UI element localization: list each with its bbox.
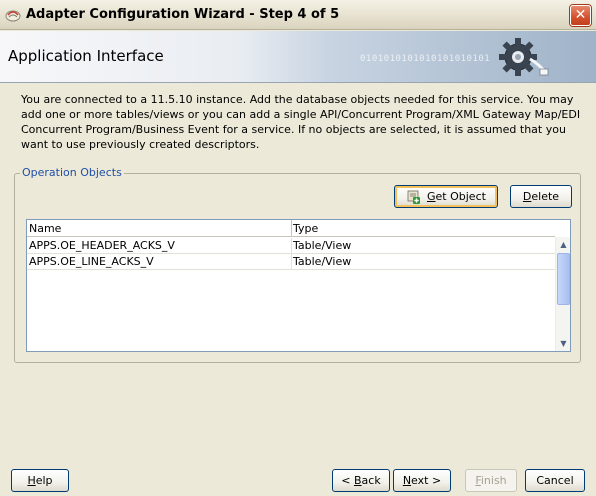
cell-divider xyxy=(291,254,292,270)
scroll-thumb[interactable] xyxy=(557,253,570,305)
help-button[interactable]: Help xyxy=(11,469,69,492)
scroll-up-icon[interactable]: ▲ xyxy=(556,237,570,252)
finish-button[interactable]: Finish xyxy=(465,469,517,492)
table-row[interactable]: APPS.OE_HEADER_ACKS_V Table/View xyxy=(27,238,555,254)
close-icon[interactable]: ✕ xyxy=(570,5,591,26)
scroll-down-icon[interactable]: ▼ xyxy=(556,336,570,351)
delete-button[interactable]: Delete xyxy=(510,185,572,208)
cell-type: Table/View xyxy=(293,239,352,252)
table-row[interactable]: APPS.OE_LINE_ACKS_V Table/View xyxy=(27,254,555,270)
column-divider[interactable] xyxy=(291,220,292,237)
cancel-button[interactable]: Cancel xyxy=(525,469,585,492)
get-object-label: Get Object xyxy=(427,190,486,203)
window-title: Adapter Configuration Wizard - Step 4 of… xyxy=(26,7,340,22)
vertical-scrollbar[interactable]: ▲ ▼ xyxy=(555,237,570,351)
group-legend: Operation Objects xyxy=(20,166,124,179)
oracle-jdeveloper-icon xyxy=(5,10,21,22)
cell-divider xyxy=(291,238,292,254)
cell-name: APPS.OE_HEADER_ACKS_V xyxy=(29,239,175,252)
cell-name: APPS.OE_LINE_ACKS_V xyxy=(29,255,154,268)
add-object-icon xyxy=(407,190,420,204)
table-header: Name Type xyxy=(27,220,555,237)
instructions-text: You are connected to a 11.5.10 instance.… xyxy=(21,93,581,151)
page-title: Application Interface xyxy=(8,47,164,65)
column-header-type[interactable]: Type xyxy=(293,222,318,235)
binary-decoration: 0101010101010101010101 xyxy=(360,54,491,64)
operation-objects-table[interactable]: Name Type APPS.OE_HEADER_ACKS_V Table/Vi… xyxy=(26,219,571,352)
cell-type: Table/View xyxy=(293,255,352,268)
column-header-name[interactable]: Name xyxy=(29,222,61,235)
title-bar: Adapter Configuration Wizard - Step 4 of… xyxy=(0,0,596,30)
get-object-button[interactable]: Get Object xyxy=(394,185,498,208)
wizard-header: Application Interface 010101010101010101… xyxy=(0,31,596,83)
gear-plug-icon xyxy=(499,38,549,76)
back-button[interactable]: < Back xyxy=(332,469,390,492)
next-button[interactable]: Next > xyxy=(393,469,451,492)
